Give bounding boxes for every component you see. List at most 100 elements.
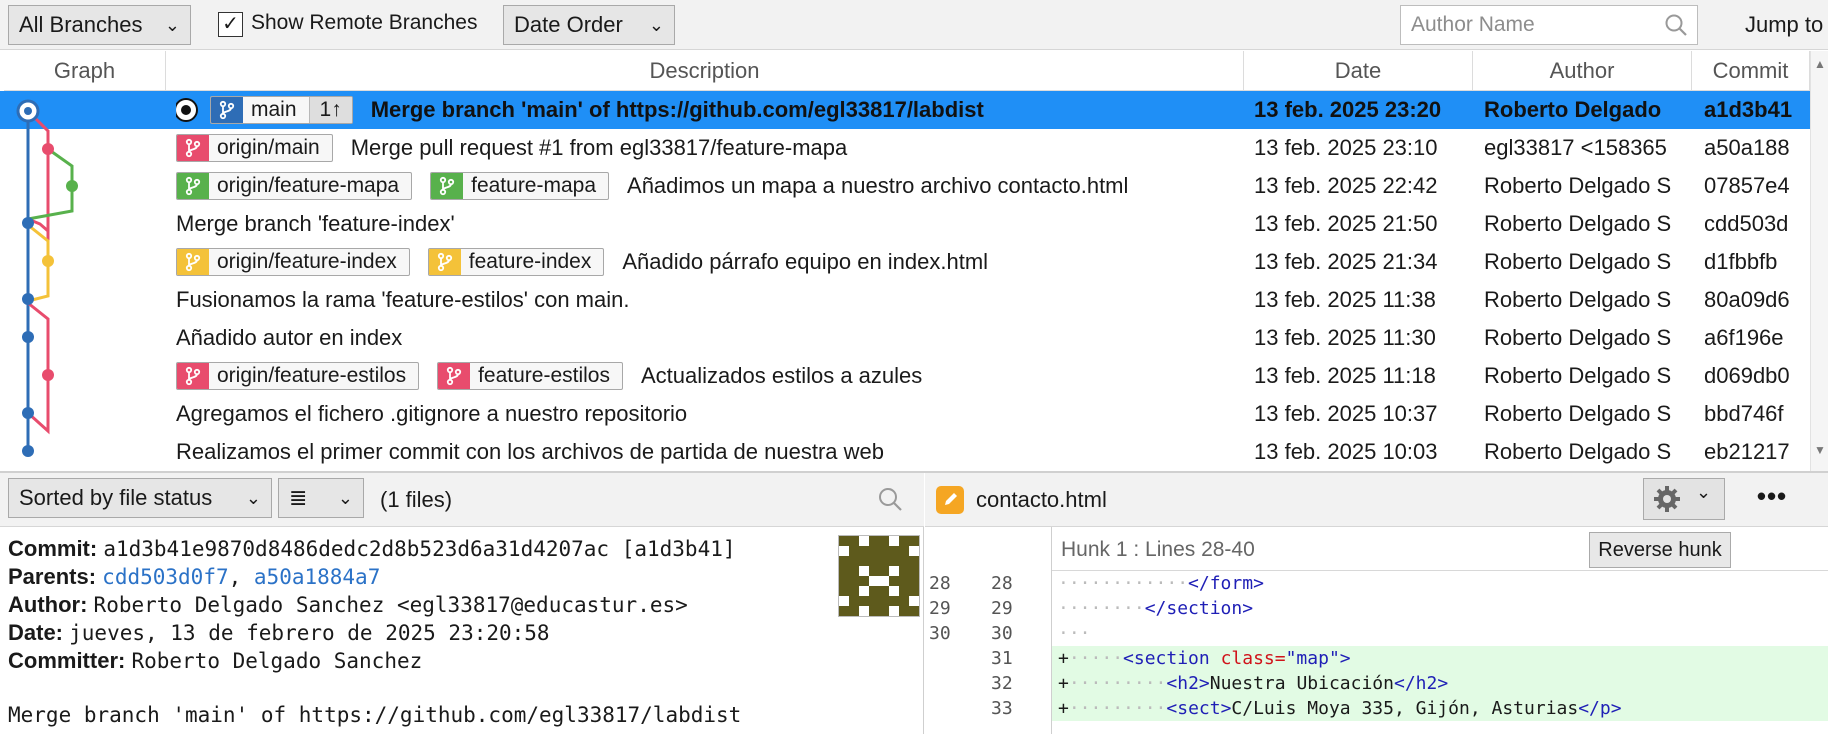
commit-label: Commit: (8, 536, 98, 561)
column-header-description[interactable]: Description (166, 51, 1244, 91)
whitespace-marker: ········· (1068, 698, 1167, 719)
branch-badge[interactable]: feature-mapa (430, 172, 610, 200)
main-toolbar: All Branches ⌄ ✓ Show Remote Branches Da… (0, 0, 1828, 50)
jump-to-label[interactable]: Jump to (1745, 12, 1823, 38)
column-header-date[interactable]: Date (1244, 51, 1473, 91)
commit-row[interactable]: origin/main Merge pull request #1 from eg… (0, 129, 1810, 167)
commit-message: Realizamos el primer commit con los arch… (176, 439, 884, 464)
commit-row[interactable]: Agregamos el fichero .gitignore a nuestr… (0, 395, 1810, 433)
commit-row[interactable]: origin/feature-estilos feature-estilos Act… (0, 357, 1810, 395)
view-mode-dropdown[interactable]: ≣ ⌄ (278, 478, 364, 518)
diff-code: +·····<section class="map"> (1052, 646, 1828, 671)
code-tag: </form> (1188, 573, 1264, 594)
show-remote-label[interactable]: Show Remote Branches (251, 11, 477, 35)
commit-message: Añadido párrafo equipo en index.html (622, 249, 989, 274)
more-options-button[interactable]: ••• (1747, 481, 1797, 517)
diff-line-context[interactable]: 28 28 ············</form> (925, 571, 1828, 596)
code-text: > (1339, 648, 1351, 669)
commit-row[interactable]: Merge branch 'feature-index' 13 feb. 2025… (0, 205, 1810, 243)
author-search-input[interactable] (1401, 6, 1651, 44)
diff-file-name: contacto.html (976, 487, 1107, 512)
committer-value: Roberto Delgado Sanchez (131, 649, 423, 673)
new-line-number: 32 (991, 673, 1013, 694)
commit-details-pane: Sorted by file status ⌄ ≣ ⌄ (1 files) Co… (0, 473, 924, 734)
commit-hash: 80a09d6 (1704, 287, 1790, 312)
branch-badge[interactable]: origin/feature-index (176, 248, 410, 276)
diff-line-context[interactable]: 29 29 ········</section> (925, 596, 1828, 621)
commit-row[interactable]: Añadido autor en index 13 feb. 2025 11:30… (0, 319, 1810, 357)
reverse-hunk-button[interactable]: Reverse hunk (1589, 532, 1731, 568)
chevron-down-icon: ⌄ (164, 15, 180, 35)
diff-line-added[interactable]: 32 +·········<h2>Nuestra Ubicación</h2> (925, 671, 1828, 696)
commit-author: Roberto Delgado S (1484, 401, 1672, 426)
sort-dropdown[interactable]: Sorted by file status ⌄ (8, 478, 272, 518)
column-header-author[interactable]: Author (1473, 51, 1692, 91)
branch-badge-label: feature-index (468, 250, 592, 273)
branch-badge-label: feature-estilos (478, 364, 610, 387)
order-dropdown[interactable]: Date Order ⌄ (503, 5, 675, 45)
committer-label: Committer: (8, 648, 126, 673)
commit-hash: eb21217 (1704, 439, 1790, 464)
commit-list: main 1↑ Merge branch 'main' of https://git… (0, 91, 1810, 471)
branch-icon (431, 173, 464, 199)
scroll-up-arrow[interactable]: ▲ (1811, 57, 1828, 71)
diff-line-added[interactable]: 31 +·····<section class="map"> (925, 646, 1828, 671)
commit-hash: a1d3b41e9870d8486dedc2d8b523d6a31d4207ac… (103, 537, 736, 561)
commit-author: egl33817 <158365 (1484, 135, 1667, 160)
branch-badge[interactable]: origin/feature-estilos (176, 362, 420, 390)
commit-author: Roberto Delgado (1484, 97, 1662, 122)
files-count: (1 files) (380, 487, 453, 512)
commit-description: Agregamos el fichero .gitignore a nuestr… (176, 395, 1236, 433)
branch-badge[interactable]: main 1↑ (210, 96, 353, 124)
commit-details: Commit: a1d3b41e9870d8486dedc2d8b523d6a3… (8, 535, 741, 729)
commit-date: 13 feb. 2025 10:37 (1254, 401, 1438, 426)
branch-badge-label: origin/feature-mapa (217, 174, 400, 197)
author-value: Roberto Delgado Sanchez <egl33817@educas… (93, 593, 688, 617)
column-header-graph[interactable]: Graph (4, 51, 166, 91)
commit-row[interactable]: main 1↑ Merge branch 'main' of https://git… (0, 91, 1810, 129)
branch-badge[interactable]: feature-index (427, 248, 605, 276)
ahead-count-badge: 1↑ (308, 97, 352, 123)
order-dropdown-label: Date Order (514, 12, 623, 37)
diff-line-added[interactable]: 33 +·········<sect>C/Luis Moya 335, Gijón… (925, 696, 1828, 721)
new-line-number: 29 (991, 598, 1013, 619)
commit-description: Fusionamos la rama 'feature-estilos' con… (176, 281, 1236, 319)
branches-dropdown[interactable]: All Branches ⌄ (8, 5, 191, 45)
commit-message: Merge pull request #1 from egl33817/feat… (350, 135, 848, 160)
scroll-down-arrow[interactable]: ▼ (1811, 443, 1828, 457)
branch-badge[interactable]: origin/feature-mapa (176, 172, 413, 200)
author-search-box (1400, 5, 1698, 45)
branch-icon (177, 173, 209, 199)
branch-badge-label: feature-mapa (471, 174, 597, 197)
commit-author: Roberto Delgado S (1484, 325, 1672, 350)
commit-list-scrollbar[interactable]: ▲ ▼ (1810, 51, 1828, 471)
commit-hash: a50a188 (1704, 135, 1790, 160)
hunk-header: Hunk 1 : Lines 28-40 Reverse hunk (1051, 527, 1828, 571)
whitespace-marker: ····· (1068, 648, 1124, 669)
diff-line-context[interactable]: 30 30 ··· (925, 621, 1828, 646)
author-label: Author: (8, 592, 88, 617)
parents-separator: , (228, 565, 254, 589)
code-tag: <section (1123, 648, 1210, 669)
parent-link[interactable]: a50a1884a7 (254, 565, 380, 589)
commit-row[interactable]: Realizamos el primer commit con los arch… (0, 433, 1810, 471)
show-remote-checkbox[interactable]: ✓ (218, 12, 243, 37)
commit-row[interactable]: Fusionamos la rama 'feature-estilos' con… (0, 281, 1810, 319)
commit-row[interactable]: origin/feature-index feature-index Añadido… (0, 243, 1810, 281)
search-icon[interactable] (1663, 12, 1689, 38)
branch-badge[interactable]: origin/main (176, 134, 333, 162)
search-icon[interactable] (876, 485, 904, 513)
diff-settings-button[interactable]: ⌄ (1643, 478, 1725, 520)
parent-link[interactable]: cdd503d0f7 (102, 565, 228, 589)
branch-icon (177, 135, 209, 161)
modified-file-icon (936, 486, 964, 514)
commit-date: 13 feb. 2025 10:03 (1254, 439, 1438, 464)
branch-badge[interactable]: feature-estilos (437, 362, 623, 390)
code-tag: </h2> (1393, 673, 1449, 694)
diff-prefix: + (1058, 698, 1069, 719)
commit-author: Roberto Delgado S (1484, 211, 1672, 236)
column-header-commit[interactable]: Commit (1692, 51, 1810, 91)
commit-row[interactable]: origin/feature-mapa feature-mapa Añadimos … (0, 167, 1810, 205)
diff-prefix: + (1058, 673, 1069, 694)
head-indicator-icon (176, 100, 196, 120)
